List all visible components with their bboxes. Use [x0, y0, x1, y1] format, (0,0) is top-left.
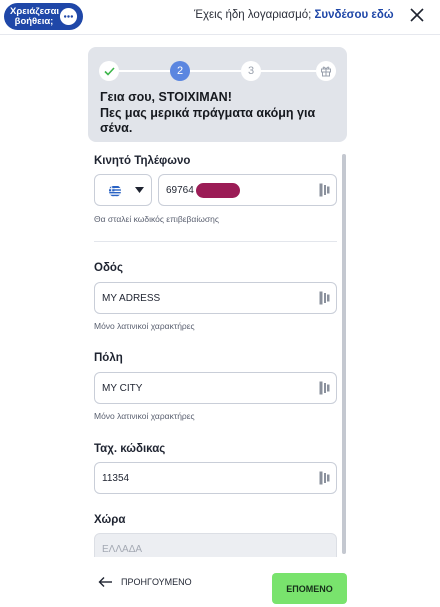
country-input: ΕΛΛΑΔΑ	[94, 533, 337, 557]
login-link[interactable]: Συνδέσου εδώ	[315, 9, 394, 21]
gift-icon	[321, 66, 331, 77]
next-button-label: ΕΠΟΜΕΝΟ	[286, 583, 333, 594]
help-button-label: Χρειάζεσαι βοήθεια;	[10, 5, 60, 27]
postal-code-input[interactable]: 11354	[94, 462, 337, 494]
login-prompt: Έχεις ήδη λογαριασμό; Συνδέσου εδώ	[194, 9, 394, 21]
step-connector	[190, 70, 241, 72]
previous-button[interactable]: ΠΡΟΗΓΟΥΜΕΝΟ	[98, 576, 192, 588]
keypad-icon[interactable]	[319, 381, 330, 395]
postal-code-value: 11354	[102, 473, 130, 484]
country-value: ΕΛΛΑΔΑ	[102, 544, 143, 555]
city-hint: Μόνο λατινικοί χαρακτήρες	[94, 411, 195, 421]
city-input[interactable]: MY CITY	[94, 372, 337, 404]
arrow-left-icon	[98, 577, 112, 587]
postal-code-label: Ταχ. κώδικας	[94, 443, 166, 455]
phone-value: 69764	[166, 185, 194, 196]
login-prompt-text: Έχεις ήδη λογαριασμό;	[194, 9, 312, 21]
step-connector	[119, 70, 170, 72]
registration-form: Κινητό Τηλέφωνο 69764 Θα σταλεί κωδικός …	[88, 142, 348, 557]
step-2-active: 2	[170, 61, 190, 81]
chat-bubble-icon	[59, 7, 78, 26]
street-input[interactable]: MY ADRESS	[94, 282, 337, 314]
street-value: MY ADRESS	[102, 293, 161, 304]
next-button[interactable]: ΕΠΟΜΕΝΟ	[272, 573, 347, 604]
stepper: 2 3	[99, 61, 336, 81]
bottom-bar	[0, 563, 440, 607]
street-hint: Μόνο λατινικοί χαρακτήρες	[94, 321, 195, 331]
close-icon[interactable]	[408, 6, 426, 24]
keypad-icon[interactable]	[319, 183, 330, 197]
greece-flag-icon	[109, 185, 121, 197]
country-label: Χώρα	[94, 514, 126, 526]
previous-button-label: ΠΡΟΗΓΟΥΜΕΝΟ	[121, 577, 192, 587]
section-divider	[94, 241, 337, 242]
street-label: Οδός	[94, 262, 123, 274]
chevron-down-icon	[135, 187, 144, 193]
step-1-done	[99, 61, 119, 81]
greeting-text: Γεια σου, STOIXIMAN! Πες μας μερικά πράγ…	[100, 90, 340, 137]
keypad-icon[interactable]	[319, 471, 330, 485]
top-bar: Χρειάζεσαι βοήθεια; Έχεις ήδη λογαριασμό…	[0, 0, 440, 34]
help-button[interactable]: Χρειάζεσαι βοήθεια;	[4, 3, 83, 30]
keypad-icon[interactable]	[319, 291, 330, 305]
greeting-line-1: Γεια σου, STOIXIMAN!	[100, 90, 232, 104]
redaction-mark	[196, 183, 240, 198]
top-divider	[0, 34, 440, 35]
country-code-select[interactable]	[94, 174, 152, 206]
step-connector	[261, 70, 316, 72]
scrollbar-thumb[interactable]	[342, 154, 346, 554]
city-label: Πόλη	[94, 352, 123, 364]
checkmark-icon	[103, 66, 115, 76]
progress-card: 2 3 Γεια σου, STOIXIMAN! Πες μας μερικά …	[88, 47, 347, 142]
step-4	[316, 61, 336, 81]
phone-hint: Θα σταλεί κωδικός επιβεβαίωσης	[94, 214, 219, 224]
phone-input[interactable]: 69764	[158, 174, 337, 206]
phone-label: Κινητό Τηλέφωνο	[94, 155, 191, 167]
greeting-line-2: Πες μας μερικά πράγματα ακόμη για σένα.	[100, 105, 316, 136]
step-3: 3	[241, 61, 261, 81]
city-value: MY CITY	[102, 383, 143, 394]
